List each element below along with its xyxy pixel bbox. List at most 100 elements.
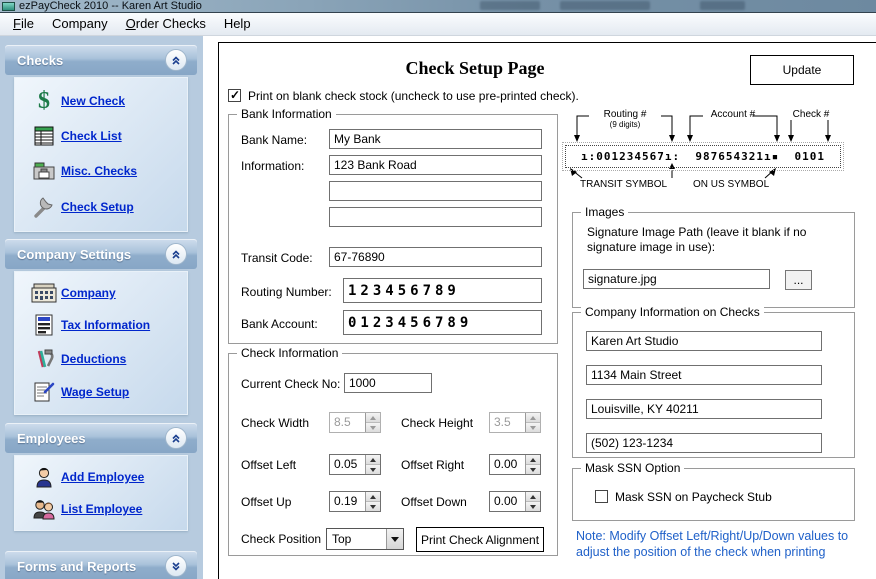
bank-name-input[interactable] [329,129,542,149]
routing-number-label: Routing Number: [241,285,332,299]
sidebar-item-check-list[interactable]: Check List [15,124,187,148]
tax-document-icon [27,313,61,337]
section-title: Forms and Reports [5,559,136,574]
wage-setup-link[interactable]: Wage Setup [61,385,129,399]
titlebar[interactable]: ezPayCheck 2010 -- Karen Art Studio [0,0,876,13]
sidebar-section-checks[interactable]: Checks [5,45,197,75]
spinner-arrows-icon[interactable] [525,492,540,511]
offset-down-label: Offset Down [401,495,467,509]
dropdown-arrow-icon[interactable] [386,529,403,549]
new-check-link[interactable]: New Check [61,94,125,108]
signature-path-input[interactable] [583,269,770,289]
background-window-artifact [700,1,745,10]
company-link[interactable]: Company [61,286,116,300]
offset-left-spinner[interactable]: 0.05 [329,454,381,475]
check-list-link[interactable]: Check List [61,129,122,143]
chevron-up-icon[interactable] [165,243,187,265]
check-position-label: Check Position [241,532,321,546]
menu-help[interactable]: Help [215,13,260,35]
misc-checks-icon [27,159,61,183]
chevron-down-icon[interactable] [165,555,187,577]
current-check-no-input[interactable] [344,373,432,393]
browse-button[interactable]: ... [785,270,812,290]
wrench-icon [27,195,61,219]
menu-company[interactable]: Company [43,13,117,35]
sidebar-item-list-employee[interactable]: List Employee [15,498,187,520]
misc-checks-link[interactable]: Misc. Checks [61,164,137,178]
background-window-artifact [480,1,540,10]
transit-symbol-annotation: TRANSIT SYMBOL [580,179,667,190]
sidebar-item-company[interactable]: Company [15,282,187,304]
check-position-select[interactable]: Top [326,528,404,550]
deductions-link[interactable]: Deductions [61,352,126,366]
sidebar: Checks $ New Check Check List Misc. Chec… [0,36,203,579]
current-check-no-label: Current Check No: [241,377,340,391]
main-content: Check Setup Page Update Print on blank c… [203,36,876,579]
sidebar-item-deductions[interactable]: Deductions [15,347,187,371]
bank-account-input[interactable] [343,310,542,335]
transit-code-input[interactable] [329,247,542,267]
tax-information-link[interactable]: Tax Information [61,318,150,332]
sidebar-section-company-settings[interactable]: Company Settings [5,239,197,269]
company-phone-input[interactable] [586,433,822,453]
mask-ssn-group: Mask SSN Option Mask SSN on Paycheck Stu… [572,468,855,521]
list-employee-link[interactable]: List Employee [61,502,142,516]
routing-digits-annotation: (9 digits) [585,120,665,129]
menu-order-checks[interactable]: Order Checks [117,13,215,35]
chevron-up-icon[interactable] [165,49,187,71]
routing-number-input[interactable] [343,278,542,303]
sidebar-section-employees[interactable]: Employees [5,423,197,453]
company-city-input[interactable] [586,399,822,419]
bank-information-input-1[interactable] [329,155,542,175]
mask-ssn-legend: Mask SSN Option [581,461,684,475]
sidebar-section-forms-and-reports[interactable]: Forms and Reports [5,551,197,579]
offset-right-spinner[interactable]: 0.00 [489,454,541,475]
check-width-label: Check Width [241,416,309,430]
signature-path-label: Signature Image Path (leave it blank if … [587,225,827,255]
update-button[interactable]: Update [750,55,854,85]
company-street-input[interactable] [586,365,822,385]
print-blank-stock-checkbox[interactable] [228,89,241,102]
sidebar-item-misc-checks[interactable]: Misc. Checks [15,159,187,183]
offset-up-spinner[interactable]: 0.19 [329,491,381,512]
ezpaycheck-window: ezPayCheck 2010 -- Karen Art Studio File… [0,0,876,579]
print-check-alignment-button[interactable]: Print Check Alignment [416,527,544,552]
building-icon [27,282,61,304]
mask-ssn-label: Mask SSN on Paycheck Stub [615,490,772,504]
mask-ssn-checkbox[interactable] [595,490,608,503]
routing-number-annotation: Routing # [585,109,665,120]
add-employee-link[interactable]: Add Employee [61,470,144,484]
sidebar-item-add-employee[interactable]: Add Employee [15,466,187,488]
sidebar-item-new-check[interactable]: $ New Check [15,90,187,112]
chevron-up-icon[interactable] [165,427,187,449]
bank-information-input-2[interactable] [329,181,542,201]
spinner-arrows-icon[interactable] [365,492,380,511]
section-title: Company Settings [5,247,131,262]
sidebar-item-tax-information[interactable]: Tax Information [15,313,187,337]
sidebar-panel-company-settings: Company Tax Information Deductions Wage … [14,271,188,415]
bank-account-label: Bank Account: [241,317,318,331]
menu-file[interactable]: File [4,13,43,35]
check-setup-link[interactable]: Check Setup [61,200,134,214]
company-name-input[interactable] [586,331,822,351]
information-label: Information: [241,159,304,173]
spinner-arrows-icon [525,413,540,432]
bank-information-input-3[interactable] [329,207,542,227]
offset-up-label: Offset Up [241,495,291,509]
print-blank-stock-label: Print on blank check stock (uncheck to u… [248,89,579,103]
page-title: Check Setup Page [325,58,625,79]
sidebar-item-wage-setup[interactable]: Wage Setup [15,380,187,404]
section-title: Employees [5,431,86,446]
sidebar-item-check-setup[interactable]: Check Setup [15,195,187,219]
offset-right-label: Offset Right [401,458,464,472]
spinner-arrows-icon[interactable] [525,455,540,474]
sidebar-panel-employees: Add Employee List Employee [14,455,188,531]
spinner-arrows-icon[interactable] [365,455,380,474]
check-information-legend: Check Information [237,346,342,360]
transit-code-label: Transit Code: [241,251,313,265]
offset-down-spinner[interactable]: 0.00 [489,491,541,512]
check-height-label: Check Height [401,416,473,430]
check-height-spinner: 3.5 [489,412,541,433]
onus-symbol-annotation: ON US SYMBOL [693,179,769,190]
micr-sample-diagram: Routing # (9 digits) Account # Check # ı… [565,108,857,204]
